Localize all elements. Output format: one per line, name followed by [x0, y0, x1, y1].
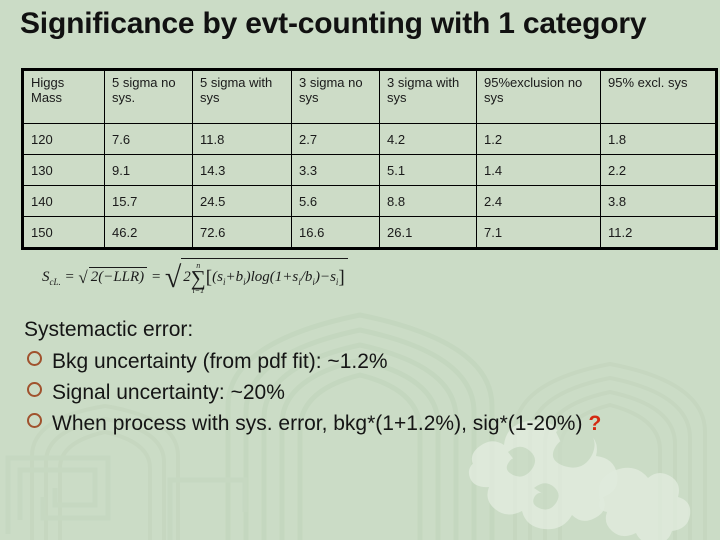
bullet-text: Signal uncertainty: ~20% — [52, 381, 285, 404]
bullet-item: Bkg uncertainty (from pdf fit): ~1.2% — [24, 346, 714, 377]
formula-equals-2: = — [150, 268, 162, 285]
summation-operator: n ∑ i=1 — [191, 262, 206, 295]
table-cell: 11.2 — [600, 216, 717, 249]
table-cell: 130 — [22, 154, 105, 186]
table-cell: 24.5 — [192, 185, 292, 217]
significance-formula: ScL. = √ 2(−LLR) = √ 2 n ∑ i=1 [(si+bi)lo… — [42, 258, 348, 294]
table-header-cell: 3 sigma no sys — [291, 69, 380, 124]
table-row: 130 9.1 14.3 3.3 5.1 1.4 2.2 — [22, 154, 717, 186]
table-row: 120 7.6 11.8 2.7 4.2 1.2 1.8 — [22, 123, 717, 155]
question-mark: ? — [588, 412, 602, 435]
results-table-container: Higgs Mass 5 sigma no sys. 5 sigma with sy… — [21, 68, 718, 250]
table-header-cell: 95%exclusion no sys — [476, 69, 601, 124]
table-cell: 1.2 — [476, 123, 601, 155]
sum-lower-limit: i=1 — [192, 285, 205, 295]
formula-minus: − — [319, 268, 331, 285]
table-cell: 7.1 — [476, 216, 601, 249]
formula-coefficient: 2 — [183, 268, 191, 285]
table-cell: 72.6 — [192, 216, 292, 249]
bracket-open: [ — [205, 266, 213, 288]
table-cell: 5.6 — [291, 185, 380, 217]
table-cell: 2.2 — [600, 154, 717, 186]
formula-second-radicand: 2 n ∑ i=1 [(si+bi)log(1+si/bi)−si] — [181, 258, 348, 295]
table-cell: 150 — [22, 216, 105, 249]
bullet-item: When process with sys. error, bkg*(1+1.2… — [24, 408, 714, 439]
table-cell: 3.3 — [291, 154, 380, 186]
formula-lhs: ScL. — [42, 268, 61, 287]
formula-log-term: log(1+si/bi) — [250, 268, 320, 287]
table-header-cell: 3 sigma with sys — [379, 69, 477, 124]
table-cell: 5.1 — [379, 154, 477, 186]
table-cell: 9.1 — [104, 154, 193, 186]
table-header-cell: Higgs Mass — [22, 69, 105, 124]
bullet-text: When process with sys. error, bkg*(1+1.2… — [52, 412, 583, 435]
bracket-close: ] — [338, 266, 345, 288]
bullet-text: Bkg uncertainty (from pdf fit): ~1.2% — [52, 350, 388, 373]
table-cell: 8.8 — [379, 185, 477, 217]
table-cell: 15.7 — [104, 185, 193, 217]
table-cell: 3.8 — [600, 185, 717, 217]
body-text-block: Systemactic error: Bkg uncertainty (from… — [24, 316, 714, 439]
table-cell: 1.8 — [600, 123, 717, 155]
table-header-cell: 5 sigma with sys — [192, 69, 292, 124]
radical-sign-2: √ — [164, 260, 182, 294]
significance-results-table: Higgs Mass 5 sigma no sys. 5 sigma with sy… — [21, 68, 718, 250]
table-row: 150 46.2 72.6 16.6 26.1 7.1 11.2 — [22, 216, 717, 249]
sum-sigma-glyph: ∑ — [190, 266, 206, 290]
table-cell: 2.7 — [291, 123, 380, 155]
table-header-cell: 5 sigma no sys. — [104, 69, 193, 124]
circle-bullet-icon — [27, 382, 42, 397]
page-title: Significance by evt-counting with 1 cate… — [20, 7, 647, 40]
formula-first-radicand: 2(−LLR) — [88, 266, 148, 286]
formula-term-sb: (si+bi) — [212, 268, 251, 287]
table-cell: 11.8 — [192, 123, 292, 155]
table-cell: 4.2 — [379, 123, 477, 155]
slide-canvas: Significance by evt-counting with 1 cate… — [0, 0, 720, 540]
systematic-error-label: Systemactic error: — [24, 318, 194, 341]
formula-equals-1: = — [64, 268, 75, 285]
table-cell: 140 — [22, 185, 105, 217]
circle-bullet-icon — [27, 351, 42, 366]
radical-sign-1: √ — [78, 267, 88, 287]
table-cell: 26.1 — [379, 216, 477, 249]
table-cell: 2.4 — [476, 185, 601, 217]
table-cell: 7.6 — [104, 123, 193, 155]
circle-bullet-icon — [27, 413, 42, 428]
table-header-cell: 95% excl. sys — [600, 69, 717, 124]
table-row: 140 15.7 24.5 5.6 8.8 2.4 3.8 — [22, 185, 717, 217]
table-header-row: Higgs Mass 5 sigma no sys. 5 sigma with sy… — [22, 69, 717, 124]
table-cell: 1.4 — [476, 154, 601, 186]
table-cell: 120 — [22, 123, 105, 155]
table-cell: 16.6 — [291, 216, 380, 249]
table-cell: 14.3 — [192, 154, 292, 186]
bullet-item: Signal uncertainty: ~20% — [24, 377, 714, 408]
table-cell: 46.2 — [104, 216, 193, 249]
bullet-list: Bkg uncertainty (from pdf fit): ~1.2% Sig… — [24, 346, 714, 439]
